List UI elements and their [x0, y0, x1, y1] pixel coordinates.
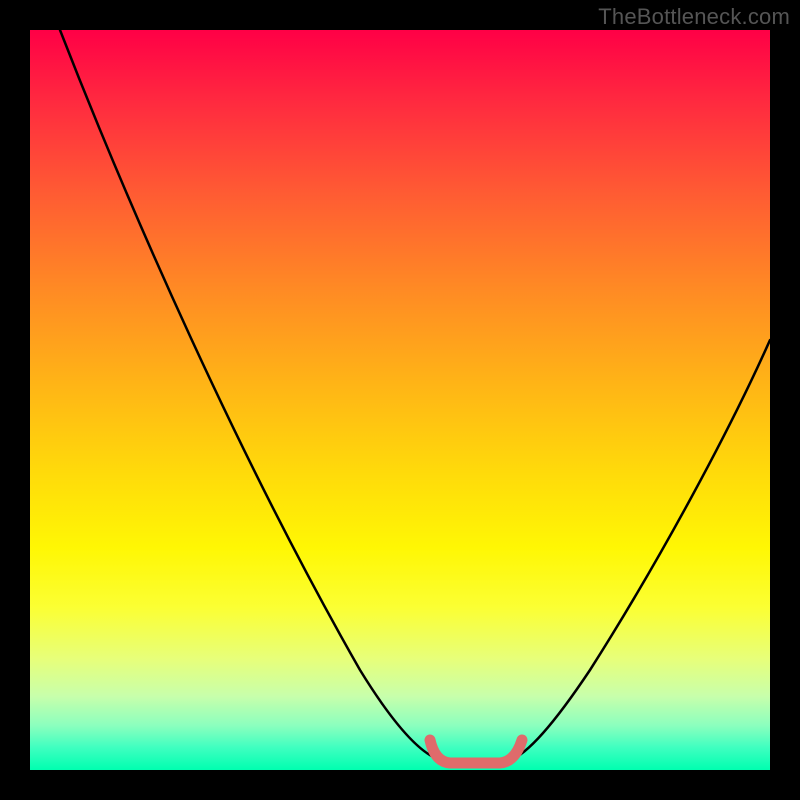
chart-curve-layer	[30, 30, 770, 770]
watermark-text: TheBottleneck.com	[598, 4, 790, 30]
chart-frame: TheBottleneck.com	[0, 0, 800, 800]
bottleneck-curve-path	[60, 30, 770, 760]
accent-bottom-segment	[430, 740, 522, 763]
